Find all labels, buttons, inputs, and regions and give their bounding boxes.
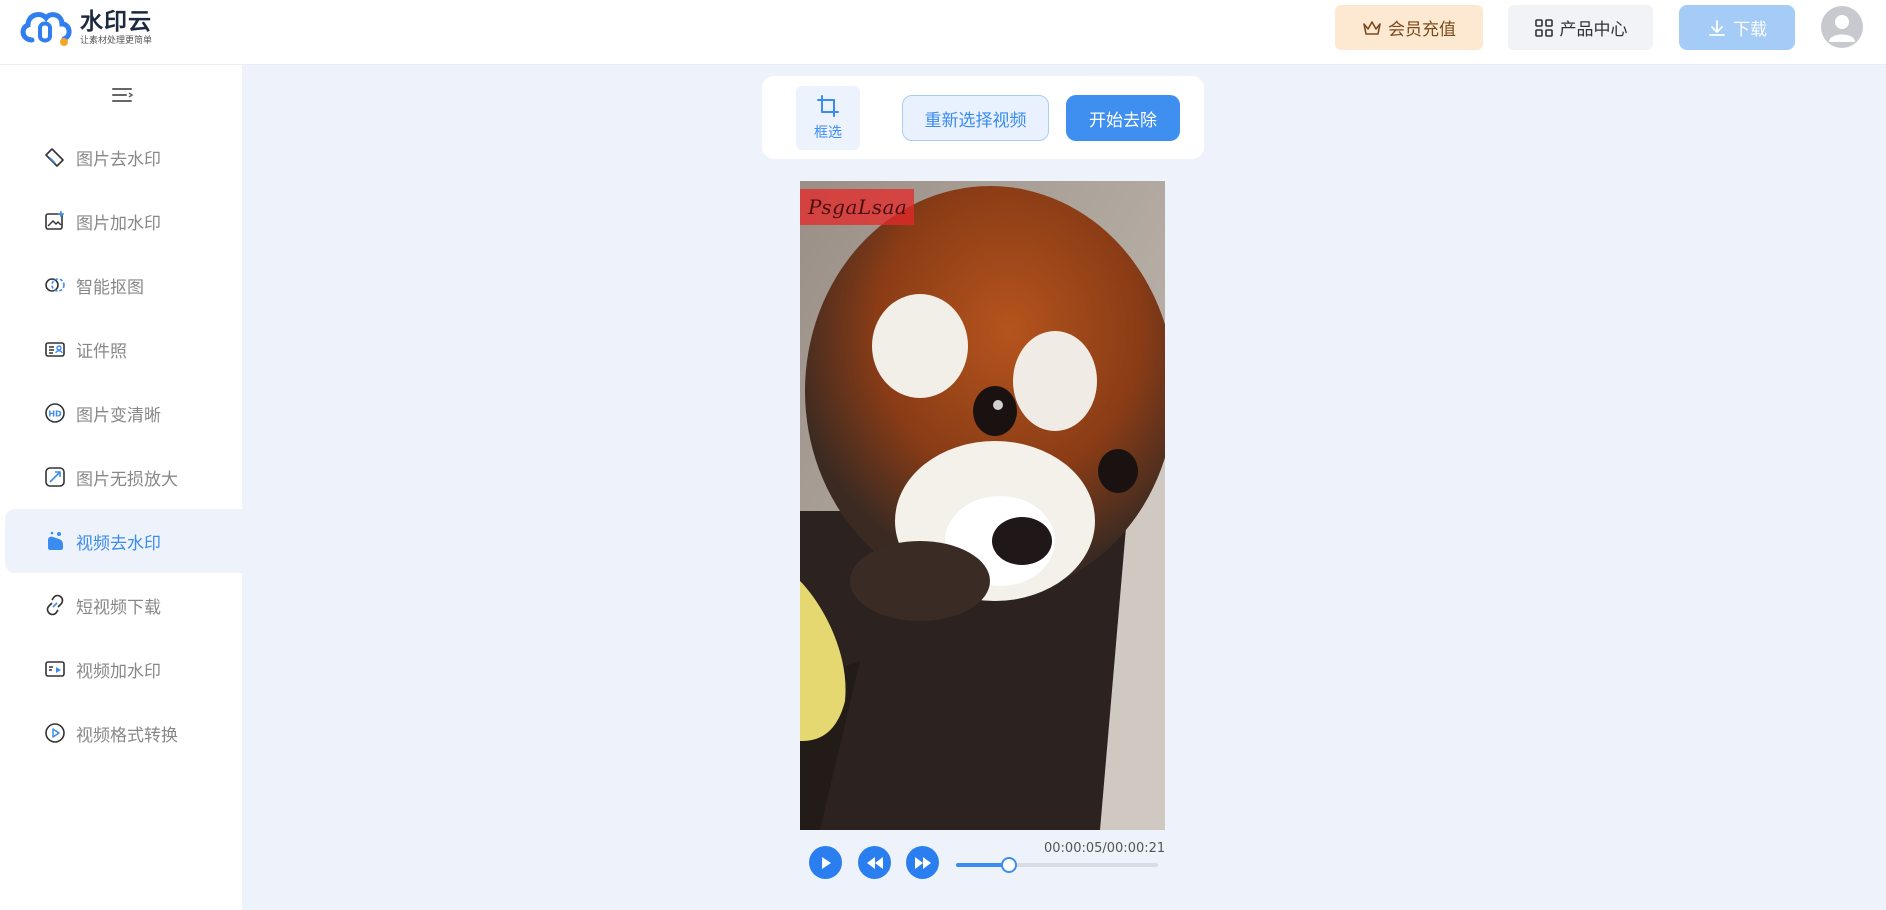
play-circle-icon <box>44 722 66 744</box>
fast-forward-button[interactable] <box>906 846 939 879</box>
sidebar-item-id-photo[interactable]: 证件照 <box>0 317 242 381</box>
sidebar-item-lossless-enlarge[interactable]: 图片无损放大 <box>0 445 242 509</box>
sidebar-item-label: 证件照 <box>76 341 127 362</box>
sidebar: 图片去水印 图片加水印 智能抠图 证件照 HD 图片变清晰 图片无损放大 视频去… <box>0 65 242 910</box>
sidebar-item-label: 视频格式转换 <box>76 725 178 746</box>
sidebar-item-video-watermark-remove[interactable]: 视频去水印 <box>5 509 242 573</box>
sidebar-item-label: 视频去水印 <box>76 533 161 554</box>
sidebar-item-label: 图片无损放大 <box>76 469 178 490</box>
vip-recharge-label: 会员充值 <box>1388 20 1456 40</box>
video-preview[interactable]: PsgaLsaa <box>800 181 1165 830</box>
download-label: 下载 <box>1733 20 1767 40</box>
product-center-button[interactable]: 产品中心 <box>1508 5 1653 50</box>
box-select-label: 框选 <box>814 125 842 141</box>
sidebar-item-video-watermark-add[interactable]: 视频加水印 <box>0 637 242 701</box>
crop-icon <box>817 95 839 117</box>
product-center-label: 产品中心 <box>1559 20 1628 40</box>
brand-tagline: 让素材处理更简单 <box>80 35 152 46</box>
fast-forward-icon <box>914 856 931 869</box>
progress-handle[interactable] <box>1000 857 1017 873</box>
image-add-icon <box>44 210 66 232</box>
brand-name: 水印云 <box>80 9 152 35</box>
eraser-icon <box>44 146 66 168</box>
video-eraser-icon <box>44 530 66 552</box>
apps-grid-icon <box>1534 18 1553 37</box>
svg-text:HD: HD <box>48 410 62 419</box>
sidebar-item-label: 图片变清晰 <box>76 405 161 426</box>
play-button[interactable] <box>809 846 842 879</box>
brand-logo[interactable]: 水印云 让素材处理更简单 <box>18 6 168 50</box>
sidebar-item-short-video-download[interactable]: 短视频下载 <box>0 573 242 637</box>
sidebar-item-label: 图片加水印 <box>76 213 161 234</box>
play-icon <box>821 856 831 869</box>
top-header: 水印云 让素材处理更简单 会员充值 产品中心 下载 <box>0 0 1886 65</box>
reselect-video-button[interactable]: 重新选择视频 <box>902 95 1049 141</box>
download-icon <box>1709 19 1725 36</box>
user-icon <box>1829 15 1855 42</box>
cloud-logo-icon <box>20 12 72 46</box>
crown-icon <box>1363 20 1381 35</box>
video-player-controls: 00:00:05/00:00:21 <box>800 840 1170 890</box>
sidebar-item-image-watermark-remove[interactable]: 图片去水印 <box>0 125 242 189</box>
vip-recharge-button[interactable]: 会员充值 <box>1335 5 1483 50</box>
start-remove-button[interactable]: 开始去除 <box>1066 95 1180 141</box>
sidebar-item-image-watermark-add[interactable]: 图片加水印 <box>0 189 242 253</box>
menu-collapse-icon[interactable] <box>110 85 134 105</box>
sidebar-item-label: 视频加水印 <box>76 661 161 682</box>
sidebar-item-label: 智能抠图 <box>76 277 144 298</box>
user-avatar[interactable] <box>1821 6 1863 48</box>
box-select-tool[interactable]: 框选 <box>796 86 860 150</box>
cutout-icon <box>44 274 66 296</box>
link-icon <box>44 594 66 616</box>
hd-icon: HD <box>44 402 66 424</box>
sidebar-nav: 图片去水印 图片加水印 智能抠图 证件照 HD 图片变清晰 图片无损放大 视频去… <box>0 125 242 765</box>
enlarge-icon <box>44 466 66 488</box>
download-button[interactable]: 下载 <box>1679 5 1795 50</box>
sidebar-item-label: 图片去水印 <box>76 149 161 170</box>
sidebar-item-label: 短视频下载 <box>76 597 161 618</box>
playback-time: 00:00:05/00:00:21 <box>1044 841 1166 856</box>
id-card-icon <box>44 338 66 360</box>
sidebar-item-smart-cutout[interactable]: 智能抠图 <box>0 253 242 317</box>
editor-toolbar: 框选 重新选择视频 开始去除 <box>762 76 1204 159</box>
progress-slider[interactable] <box>956 857 1158 873</box>
rewind-button[interactable] <box>858 846 891 879</box>
video-add-icon <box>44 658 66 680</box>
video-frame <box>800 181 1165 830</box>
rewind-icon <box>866 856 883 869</box>
sidebar-item-image-enhance[interactable]: HD 图片变清晰 <box>0 381 242 445</box>
video-watermark-text: PsgaLsaa <box>808 195 908 219</box>
sidebar-item-video-format-convert[interactable]: 视频格式转换 <box>0 701 242 765</box>
